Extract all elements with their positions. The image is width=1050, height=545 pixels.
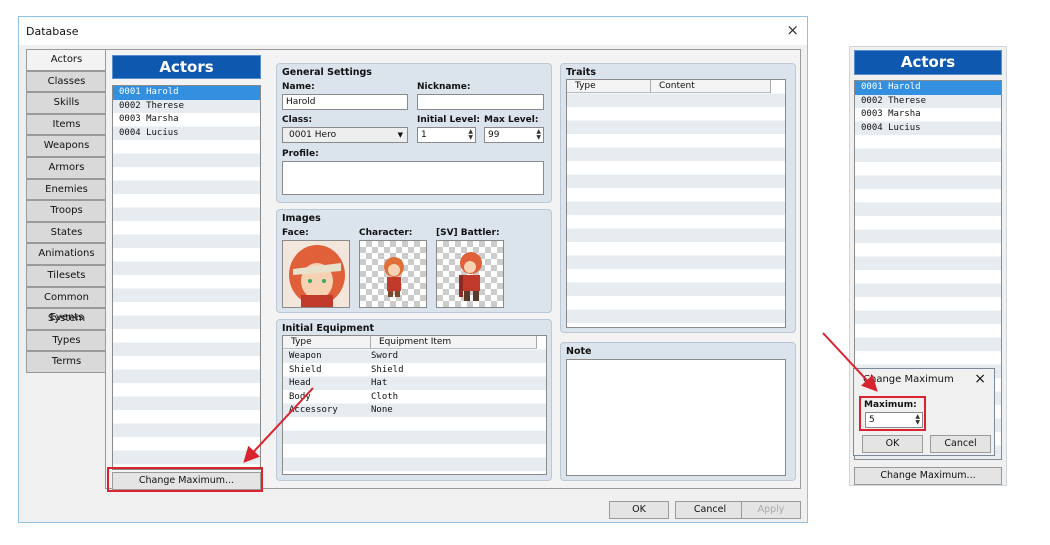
table-row[interactable]: Head Hat <box>283 377 546 391</box>
initial-level-value: 1 <box>421 130 427 140</box>
chevron-down-icon: ▼ <box>397 131 403 139</box>
traits-group: Traits Type Content <box>560 63 796 333</box>
close-icon[interactable]: × <box>786 21 799 39</box>
list-item[interactable]: 0003 Marsha <box>855 108 1001 122</box>
actors-page: Actors 0001 Harold 0002 Therese 0003 Mar… <box>105 49 801 490</box>
initial-level-stepper[interactable]: 1 ▲ ▼ <box>417 127 476 143</box>
class-select[interactable]: 0001 Hero ▼ <box>282 127 408 143</box>
group-title: Images <box>282 213 321 224</box>
group-title: Note <box>566 346 592 357</box>
column-header-type[interactable]: Type <box>283 336 371 349</box>
battler-label: [SV] Battler: <box>436 228 500 238</box>
character-sprite-icon <box>384 257 404 297</box>
tab-list: Actors Classes Skills Items Weapons Armo… <box>26 49 107 373</box>
tab-common-events[interactable]: Common Events <box>26 286 107 323</box>
list-item[interactable]: 0002 Therese <box>113 100 260 114</box>
dialog-ok-button[interactable]: OK <box>862 435 923 453</box>
group-title: Initial Equipment <box>282 323 375 334</box>
table-row[interactable]: Weapon Sword <box>283 350 546 364</box>
tab-enemies[interactable]: Enemies <box>26 178 107 201</box>
tab-skills[interactable]: Skills <box>26 92 107 114</box>
list-item[interactable]: 0002 Therese <box>855 95 1001 109</box>
note-group: Note <box>560 342 796 481</box>
table-row[interactable]: Shield Shield <box>283 364 546 378</box>
character-label: Character: <box>359 228 413 238</box>
actors-header: Actors <box>854 50 1002 75</box>
actor-list[interactable]: 0001 Harold 0002 Therese 0003 Marsha 000… <box>112 85 261 470</box>
column-header-content[interactable]: Content <box>651 80 771 93</box>
tab-items[interactable]: Items <box>26 113 107 136</box>
column-header-equipment-item[interactable]: Equipment Item <box>371 336 537 349</box>
database-window: Database × Actors Classes Skills Items W… <box>18 16 808 523</box>
face-portrait-icon <box>289 245 345 307</box>
name-field[interactable]: Harold <box>282 94 408 110</box>
tab-troops[interactable]: Troops <box>26 200 107 222</box>
ok-button[interactable]: OK <box>609 501 669 519</box>
tab-system[interactable]: System <box>26 308 107 330</box>
cancel-button[interactable]: Cancel <box>675 501 745 519</box>
dialog-title: Change Maximum <box>863 374 954 385</box>
note-field[interactable] <box>566 359 786 476</box>
tab-actors[interactable]: Actors <box>26 49 107 71</box>
table-row[interactable]: Accessory None <box>283 404 546 418</box>
profile-field[interactable] <box>282 161 544 195</box>
battler-sprite-icon <box>459 252 482 301</box>
face-image[interactable] <box>282 240 350 308</box>
tab-states[interactable]: States <box>26 221 107 244</box>
traits-table[interactable]: Type Content <box>566 79 786 328</box>
profile-label: Profile: <box>282 149 319 159</box>
change-maximum-button[interactable]: Change Maximum... <box>854 467 1002 485</box>
equipment-table: Type Equipment Item Weapon Sword Shield Sh… <box>282 335 547 475</box>
list-item[interactable]: 0003 Marsha <box>113 113 260 127</box>
list-item[interactable]: 0001 Harold <box>113 86 260 100</box>
class-label: Class: <box>282 115 313 125</box>
tab-classes[interactable]: Classes <box>26 70 107 93</box>
list-item[interactable]: 0004 Lucius <box>855 122 1001 136</box>
apply-button[interactable]: Apply <box>741 501 801 519</box>
initial-equipment-group: Initial Equipment Type Equipment Item We… <box>276 319 552 481</box>
actors-header: Actors <box>112 55 261 79</box>
list-item[interactable]: 0004 Lucius <box>113 127 260 141</box>
title-bar: Database × <box>19 17 807 45</box>
images-group: Images Face: Character: [SV] Battler: <box>276 209 552 313</box>
nickname-label: Nickname: <box>417 82 471 92</box>
group-title: Traits <box>566 67 596 78</box>
list-item[interactable]: 0001 Harold <box>855 81 1001 95</box>
battler-image[interactable] <box>436 240 504 308</box>
close-icon[interactable]: × <box>974 371 986 387</box>
initial-level-label: Initial Level: <box>417 115 481 125</box>
max-level-label: Max Level: <box>484 115 539 125</box>
spin-arrows-icon[interactable]: ▲ ▼ <box>536 129 541 141</box>
highlight-box <box>107 467 263 492</box>
tab-types[interactable]: Types <box>26 329 107 352</box>
name-label: Name: <box>282 82 315 92</box>
tab-animations[interactable]: Animations <box>26 243 107 265</box>
highlight-box <box>859 396 926 431</box>
tab-tilesets[interactable]: Tilesets <box>26 264 107 287</box>
tab-armors[interactable]: Armors <box>26 156 107 179</box>
column-header-type[interactable]: Type <box>567 80 651 93</box>
nickname-field[interactable] <box>417 94 544 110</box>
face-label: Face: <box>282 228 309 238</box>
spin-arrows-icon[interactable]: ▲ ▼ <box>468 129 473 141</box>
tab-terms[interactable]: Terms <box>26 351 107 373</box>
max-level-value: 99 <box>488 130 500 140</box>
max-level-stepper[interactable]: 99 ▲ ▼ <box>484 127 544 143</box>
class-value: 0001 Hero <box>289 130 337 140</box>
group-title: General Settings <box>282 67 372 78</box>
general-settings-group: General Settings Name: Harold Nickname: … <box>276 63 552 203</box>
tab-weapons[interactable]: Weapons <box>26 135 107 157</box>
table-row[interactable]: Body Cloth <box>283 391 546 405</box>
character-image[interactable] <box>359 240 427 308</box>
dialog-cancel-button[interactable]: Cancel <box>930 435 991 453</box>
window-title: Database <box>26 25 79 38</box>
